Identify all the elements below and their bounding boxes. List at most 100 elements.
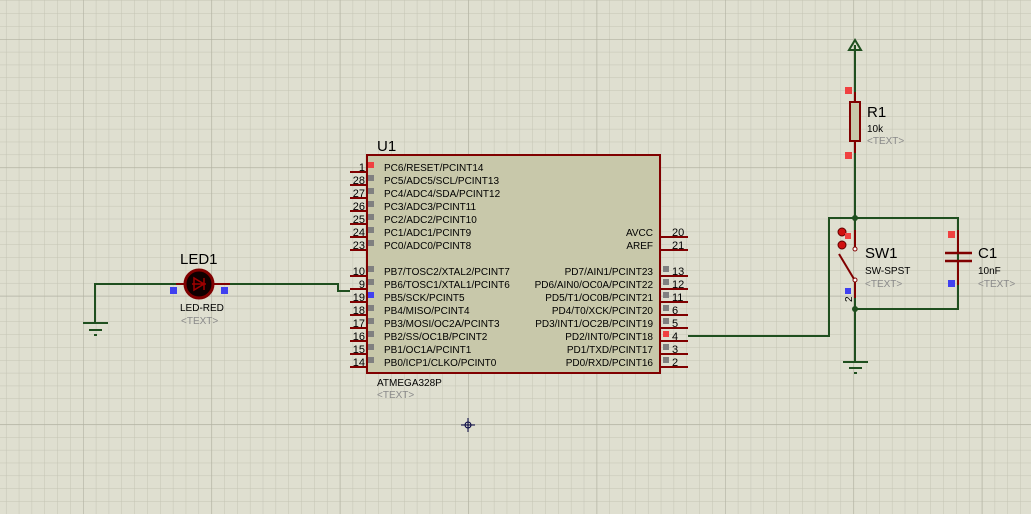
pin-number: 6 (672, 305, 678, 317)
actuator-icon[interactable] (837, 227, 847, 237)
resistor-body (849, 101, 861, 142)
pin-label: PB0/ICP1/CLKO/PCINT0 (384, 358, 497, 369)
switch-contact (852, 246, 858, 252)
pin-label: PB4/MISO/PCINT4 (384, 306, 470, 317)
pin-number: 4 (672, 331, 678, 343)
pin-label: PD5/T1/OC0B/PCINT21 (545, 293, 653, 304)
pin-number: 28 (353, 175, 365, 187)
sw1-ref: SW1 (865, 245, 898, 262)
pin-marker (948, 231, 955, 238)
actuator-icon[interactable] (837, 240, 847, 250)
pin-marker (170, 287, 177, 294)
r1-text: <TEXT> (867, 136, 904, 147)
junction-dot (852, 215, 858, 221)
pin-marker (663, 344, 669, 350)
u1-ref: U1 (377, 138, 396, 155)
pin-label: PC6/RESET/PCINT14 (384, 163, 484, 174)
sw1-part: SW-SPST (865, 266, 910, 277)
pin-label: PD4/T0/XCK/PCINT20 (552, 306, 654, 317)
pin-marker (368, 188, 374, 194)
chip-pin-right[interactable]: 11 PD5/T1/OC0B/PCINT21 (545, 292, 688, 304)
pin-label: PB7/TOSC2/XTAL2/PCINT7 (384, 267, 510, 278)
chip-pin-right[interactable]: 12 PD6/AIN0/OC0A/PCINT22 (535, 279, 688, 291)
pin-number: 24 (353, 227, 365, 239)
pin-marker (368, 318, 374, 324)
pin-marker (663, 318, 669, 324)
sw1-pin2: 2 (844, 296, 855, 302)
pin-label: PC1/ADC1/PCINT9 (384, 228, 472, 239)
pin-number: 17 (353, 318, 365, 330)
chip-pin-right[interactable]: 5 PD3/INT1/OC2B/PCINT19 (535, 318, 688, 330)
pin-label: PC5/ADC5/SCL/PCINT13 (384, 176, 499, 187)
pin-label: PC4/ADC4/SDA/PCINT12 (384, 189, 501, 200)
pin-number: 10 (353, 266, 365, 278)
pin-number: 19 (353, 292, 365, 304)
pin-number: 13 (672, 266, 684, 278)
u1-part: ATMEGA328P (377, 378, 442, 389)
pin-label: AVCC (626, 228, 653, 239)
pin-number: 16 (353, 331, 365, 343)
atmega328p-chip[interactable]: U1 1 PC6/RESET/PCINT14 28 PC5/ADC5/SCL/PCIN… (350, 138, 688, 401)
pin-marker (663, 279, 669, 285)
pin-number: 26 (353, 201, 365, 213)
pin-number: 3 (672, 344, 678, 356)
r1-ref: R1 (867, 104, 886, 121)
pin-label: AREF (626, 241, 653, 252)
pin-label: PD7/AIN1/PCINT23 (565, 267, 654, 278)
r1-value: 10k (867, 124, 884, 135)
pin-marker (948, 280, 955, 287)
pin-marker (663, 331, 669, 337)
pin-marker (368, 214, 374, 220)
led1-text: <TEXT> (181, 316, 218, 327)
sw1-text: <TEXT> (865, 279, 902, 290)
led1-part: LED-RED (180, 303, 224, 314)
pin-label: PD6/AIN0/OC0A/PCINT22 (535, 280, 654, 291)
pin-marker (845, 87, 852, 94)
pin-label: PD3/INT1/OC2B/PCINT19 (535, 319, 653, 330)
pin-label: PD1/TXD/PCINT17 (567, 345, 654, 356)
pin-label: PB5/SCK/PCINT5 (384, 293, 465, 304)
pin-number: 21 (672, 240, 684, 252)
pin-number: 12 (672, 279, 684, 291)
pin-label: PB3/MOSI/OC2A/PCINT3 (384, 319, 500, 330)
pin-number: 11 (672, 292, 683, 304)
pin-number: 20 (672, 227, 684, 239)
pin-label: PD0/RXD/PCINT16 (566, 358, 654, 369)
pin-marker (845, 288, 851, 294)
junction-dot (852, 306, 858, 312)
pin-label: PC3/ADC3/PCINT11 (384, 202, 477, 213)
pin-label: PB2/SS/OC1B/PCINT2 (384, 332, 488, 343)
pin-label: PB1/OC1A/PCINT1 (384, 345, 472, 356)
pin-marker (368, 305, 374, 311)
pin-number: 5 (672, 318, 678, 330)
pin-number: 18 (353, 305, 365, 317)
pin-label: PC2/ADC2/PCINT10 (384, 215, 477, 226)
pin-number: 27 (353, 188, 365, 200)
pin-number: 25 (353, 214, 365, 226)
pin-number: 2 (672, 357, 678, 369)
pin-number: 14 (353, 357, 365, 369)
pin-marker (368, 227, 374, 233)
pin-marker (663, 266, 669, 272)
pin-marker (368, 292, 374, 298)
pin-marker (221, 287, 228, 294)
pin-label: PB6/TOSC1/XTAL1/PCINT6 (384, 280, 510, 291)
pin-label: PC0/ADC0/PCINT8 (384, 241, 472, 252)
pin-marker (368, 279, 374, 285)
pin-number: 15 (353, 344, 365, 356)
pin-marker (368, 344, 374, 350)
u1-text: <TEXT> (377, 390, 414, 401)
pin-marker (368, 175, 374, 181)
pin-marker (368, 266, 374, 272)
pin-marker (368, 331, 374, 337)
pin-label: PD2/INT0/PCINT18 (565, 332, 653, 343)
pin-marker (663, 357, 669, 363)
led1-ref: LED1 (180, 251, 218, 268)
pin-marker (368, 162, 374, 168)
chip-pin-right[interactable]: 6 PD4/T0/XCK/PCINT20 (552, 305, 688, 317)
pin-number: 9 (359, 279, 365, 291)
pin-number: 23 (353, 240, 365, 252)
pin-marker (368, 357, 374, 363)
pin-marker (845, 233, 851, 239)
schematic-canvas[interactable]: U1 1 PC6/RESET/PCINT14 28 PC5/ADC5/SCL/PCIN… (0, 0, 1031, 514)
